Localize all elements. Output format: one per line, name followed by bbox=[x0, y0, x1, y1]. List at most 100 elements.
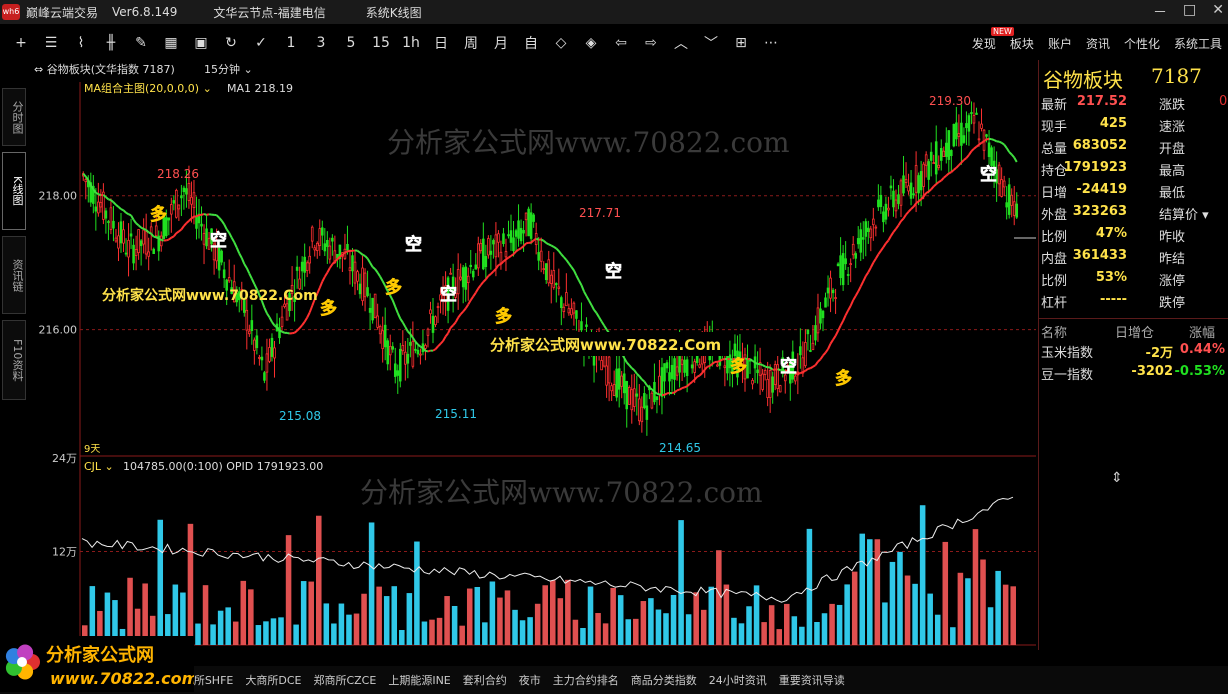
tab-1[interactable]: K线图 bbox=[2, 152, 26, 230]
candle-body bbox=[565, 292, 568, 307]
candle-body bbox=[914, 165, 918, 193]
save-icon[interactable]: ▣ bbox=[186, 35, 216, 51]
menu-item-2[interactable]: 账户 bbox=[1048, 35, 1072, 52]
candle-body bbox=[537, 252, 540, 261]
bottom-tab-6[interactable]: 套利合约 bbox=[457, 672, 513, 688]
arrow-right-icon[interactable]: ⇨ bbox=[636, 35, 666, 51]
ma-line bbox=[583, 290, 588, 297]
tab-3[interactable]: F10资料 bbox=[2, 320, 26, 400]
candle-body bbox=[778, 385, 782, 393]
refresh-icon[interactable]: ↻ bbox=[216, 35, 246, 51]
volume-bar bbox=[195, 623, 201, 645]
zoom-out-icon[interactable]: ﹀ bbox=[696, 33, 726, 53]
volume-bar bbox=[300, 581, 307, 645]
candle-icon[interactable]: ╫ bbox=[96, 35, 126, 51]
candle-body bbox=[119, 221, 123, 244]
volume-bar bbox=[308, 581, 314, 645]
quote-table-row[interactable]: 豆一指数 -3202 -0.53% bbox=[1039, 362, 1228, 384]
tab-2[interactable]: 资讯链 bbox=[2, 236, 26, 314]
layout-icon[interactable]: ⊞ bbox=[726, 35, 756, 51]
ma-line bbox=[874, 253, 880, 260]
ma-line bbox=[857, 286, 862, 292]
period-select[interactable]: 15分钟 ⌄ bbox=[204, 62, 253, 76]
ma-line bbox=[1001, 142, 1005, 146]
bottom-tab-4[interactable]: 郑商所CZCE bbox=[307, 672, 382, 688]
ma-label[interactable]: MA组合主图(20,0,0,0) ⌄ bbox=[84, 81, 212, 95]
ma-line bbox=[659, 393, 663, 397]
candle-body bbox=[934, 141, 938, 175]
close-icon[interactable]: ✕ bbox=[1212, 2, 1224, 22]
check-icon[interactable]: ✓ bbox=[246, 35, 276, 51]
kline-chart[interactable]: 218.00 216.00 24万 12万 ⇔ 谷物板块(文华指数 7187) 15分钟 … bbox=[30, 60, 1038, 650]
tab-0[interactable]: 分时图 bbox=[2, 88, 26, 146]
diamond-left-icon[interactable]: ◇ bbox=[546, 35, 576, 51]
period-button-5[interactable]: 日 bbox=[426, 33, 456, 53]
candle-body bbox=[434, 316, 437, 326]
candle-body bbox=[955, 122, 958, 140]
line-icon[interactable]: ⌇ bbox=[66, 35, 96, 51]
chart-area[interactable]: 218.00 216.00 24万 12万 ⇔ 谷物板块(文华指数 7187) 15分钟 … bbox=[30, 60, 1038, 650]
title-bar: wh6 巅峰云端交易 Ver6.8.149 文华云节点-福建电信 系统K线图 －… bbox=[0, 0, 1228, 24]
quote-table-row[interactable]: 玉米指数 -2万 0.44% bbox=[1039, 340, 1228, 362]
ma-line bbox=[454, 317, 460, 323]
period-button-1[interactable]: 3 bbox=[306, 35, 336, 51]
candle-body bbox=[874, 226, 878, 229]
bottom-tab-11[interactable]: 重要资讯导读 bbox=[773, 672, 851, 688]
candle-body bbox=[607, 356, 611, 384]
period-button-4[interactable]: 1h bbox=[396, 35, 426, 51]
candle-body bbox=[122, 229, 125, 244]
instrument-label[interactable]: ⇔ 谷物板块(文华指数 7187) bbox=[34, 62, 175, 76]
period-button-0[interactable]: 1 bbox=[276, 35, 306, 51]
period-button-8[interactable]: 自 bbox=[516, 33, 546, 53]
candle-body bbox=[776, 364, 779, 389]
volume-bar bbox=[693, 592, 699, 645]
volume-bar bbox=[217, 610, 224, 645]
menu-item-1[interactable]: 板块 bbox=[1010, 35, 1034, 52]
volume-bar bbox=[950, 627, 956, 645]
volume-bar bbox=[519, 620, 526, 645]
more-icon[interactable]: ⋯ bbox=[756, 35, 786, 51]
bottom-tab-8[interactable]: 主力合约排名 bbox=[547, 672, 625, 688]
ma-line bbox=[689, 381, 693, 385]
ma-line bbox=[329, 263, 334, 269]
volume-bar bbox=[421, 621, 428, 645]
grid-icon[interactable]: ▦ bbox=[156, 35, 186, 51]
period-button-3[interactable]: 15 bbox=[366, 35, 396, 51]
system-menu[interactable]: 系统K线图 bbox=[366, 4, 422, 21]
server-node[interactable]: 文华云节点-福建电信 bbox=[213, 4, 325, 21]
bottom-tab-5[interactable]: 上期能源INE bbox=[382, 672, 456, 688]
candle-body bbox=[698, 364, 701, 368]
menu-item-0[interactable]: 发现 NEW bbox=[972, 26, 1014, 52]
ma-line bbox=[117, 206, 122, 210]
ma-line bbox=[352, 249, 356, 252]
period-button-2[interactable]: 5 bbox=[336, 35, 366, 51]
menu-item-5[interactable]: 系统工具 bbox=[1174, 35, 1222, 52]
list-icon[interactable]: ☰ bbox=[36, 35, 66, 51]
volume-bar bbox=[980, 559, 986, 645]
candle-body bbox=[409, 342, 412, 346]
bottom-tab-3[interactable]: 大商所DCE bbox=[239, 672, 307, 688]
ma-line bbox=[250, 278, 256, 285]
menu-item-4[interactable]: 个性化 bbox=[1124, 35, 1160, 52]
candle-body bbox=[690, 364, 694, 369]
minimize-icon[interactable]: － bbox=[1153, 2, 1167, 22]
ma-line bbox=[842, 314, 847, 322]
period-button-7[interactable]: 月 bbox=[486, 33, 516, 53]
bottom-tab-10[interactable]: 24小时资讯 bbox=[703, 672, 773, 688]
candle-body bbox=[404, 351, 407, 365]
menu-item-3[interactable]: 资讯 bbox=[1086, 35, 1110, 52]
candle-body bbox=[814, 325, 817, 341]
bottom-tab-7[interactable]: 夜市 bbox=[513, 672, 547, 688]
resize-icon[interactable]: ⇕ bbox=[1111, 470, 1123, 486]
diamond-right-icon[interactable]: ◈ bbox=[576, 35, 606, 51]
period-button-6[interactable]: 周 bbox=[456, 33, 486, 53]
volume-label[interactable]: CJL ⌄ bbox=[84, 460, 114, 473]
bottom-tab-9[interactable]: 商品分类指数 bbox=[625, 672, 703, 688]
zoom-in-icon[interactable]: ︿ bbox=[666, 33, 696, 53]
arrow-left-icon[interactable]: ⇦ bbox=[606, 35, 636, 51]
ma-line bbox=[165, 238, 170, 242]
cross-cursor-icon[interactable]: + bbox=[6, 35, 36, 51]
price-tick: 216.00 bbox=[39, 324, 78, 337]
maximize-icon[interactable]: □ bbox=[1183, 2, 1196, 22]
draw-icon[interactable]: ✎ bbox=[126, 35, 156, 51]
